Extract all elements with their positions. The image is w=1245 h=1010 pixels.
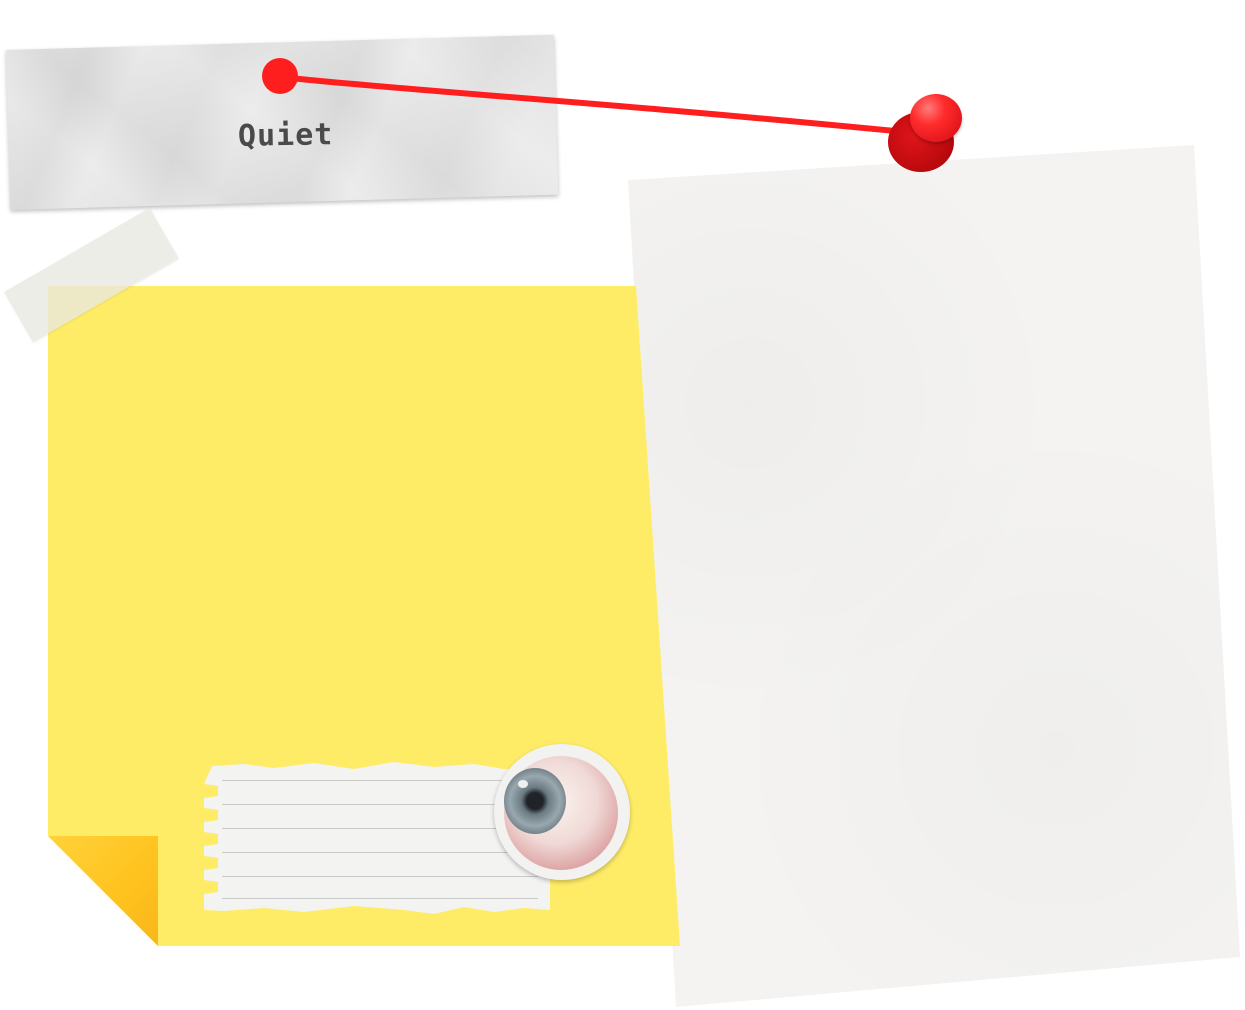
red-string: [262, 58, 908, 135]
ruled-line: [222, 804, 538, 805]
eye-iris: [504, 768, 566, 834]
collage-canvas: Quiet: [0, 0, 1245, 1010]
pushpin-icon: [910, 94, 962, 142]
eye-glint: [518, 780, 528, 788]
ruled-line: [222, 898, 538, 899]
ruled-line: [222, 828, 538, 829]
ruled-line: [222, 852, 538, 853]
ruled-line: [222, 876, 538, 877]
string-line: [277, 74, 908, 135]
ruled-line: [222, 780, 538, 781]
string-knot: [262, 58, 298, 94]
